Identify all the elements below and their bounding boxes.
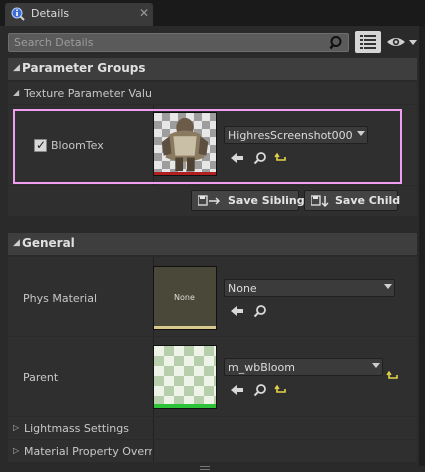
- category-label: Parameter Groups: [22, 61, 146, 75]
- subcategory-lightmass-settings[interactable]: ▷ Lightmass Settings: [8, 417, 417, 439]
- use-selected-arrow-icon[interactable]: [230, 151, 244, 165]
- bloomtex-texture-thumbnail[interactable]: [153, 112, 217, 176]
- category-general[interactable]: ◢ General: [8, 233, 417, 255]
- reset-to-default-icon[interactable]: [386, 369, 400, 383]
- tab-title: Details: [31, 7, 70, 20]
- asset-type-bar: [154, 326, 216, 329]
- expand-arrow-icon: ◢: [13, 238, 20, 248]
- thumbnail-none-text: None: [174, 293, 195, 302]
- subcategory-label: Texture Parameter Valu: [24, 87, 152, 100]
- phys-material-value: None: [228, 282, 257, 295]
- search-details-input[interactable]: Search Details: [8, 33, 349, 52]
- reset-to-default-icon[interactable]: [274, 151, 288, 165]
- column-divider: [153, 417, 154, 439]
- phys-material-dropdown[interactable]: None: [224, 279, 395, 297]
- column-divider: [153, 440, 154, 462]
- vertical-scrollbar[interactable]: [419, 26, 425, 466]
- view-options-button[interactable]: [355, 31, 381, 53]
- expand-arrow-icon: ◢: [13, 88, 20, 97]
- material-type-bar: [154, 404, 216, 408]
- reset-to-default-icon[interactable]: [274, 383, 288, 397]
- chevron-down-icon: [372, 363, 380, 368]
- chevron-down-icon: [357, 131, 365, 136]
- search-placeholder: Search Details: [14, 36, 94, 49]
- parent-material-dropdown[interactable]: m_wbBloom: [224, 358, 383, 376]
- save-disk-icon: [198, 195, 220, 206]
- use-selected-arrow-icon[interactable]: [230, 383, 244, 397]
- tab-details[interactable]: Details ✕: [5, 3, 153, 26]
- expand-arrow-icon: ◢: [13, 63, 20, 73]
- save-disk-icon: [311, 195, 329, 207]
- browse-search-icon[interactable]: [253, 304, 267, 318]
- category-label: General: [22, 236, 75, 250]
- checkmark-icon: ✓: [36, 138, 47, 152]
- phys-material-label: Phys Material: [23, 292, 98, 305]
- browse-search-icon[interactable]: [253, 383, 267, 397]
- save-sibling-label: Save Sibling: [228, 194, 305, 207]
- parent-material-thumbnail[interactable]: [153, 345, 217, 409]
- subcategory-material-property-overrides[interactable]: ▷ Material Property Overr: [8, 440, 417, 462]
- details-info-icon: [11, 7, 25, 21]
- character-texture-preview: [161, 117, 209, 172]
- save-sibling-button[interactable]: Save Sibling: [191, 190, 305, 211]
- collapsed-arrow-icon: ▷: [13, 423, 20, 432]
- chevron-down-icon: [384, 284, 392, 289]
- save-child-label: Save Child: [335, 194, 401, 207]
- browse-search-icon[interactable]: [253, 151, 267, 165]
- bloomtex-override-checkbox[interactable]: ✓: [34, 138, 47, 152]
- collapsed-arrow-icon: ▷: [13, 446, 20, 455]
- parent-label: Parent: [23, 371, 59, 384]
- bloomtex-label: BloomTex: [51, 139, 104, 152]
- tab-bar: Details ✕: [0, 0, 425, 26]
- eye-visibility-icon[interactable]: [385, 33, 419, 51]
- subcategory-texture-parameter-values[interactable]: ◢ Texture Parameter Valu: [8, 82, 417, 104]
- use-selected-arrow-icon[interactable]: [230, 304, 244, 318]
- search-icon[interactable]: [329, 35, 345, 51]
- resize-grip-icon[interactable]: [200, 466, 210, 470]
- bloomtex-texture-dropdown[interactable]: HighresScreenshot00031: [224, 126, 368, 144]
- close-tab-icon[interactable]: ✕: [139, 6, 149, 20]
- texture-type-bar: [154, 172, 216, 175]
- phys-material-thumbnail[interactable]: None: [153, 266, 217, 330]
- parent-value: m_wbBloom: [228, 361, 295, 374]
- category-parameter-groups[interactable]: ◢ Parameter Groups: [8, 58, 417, 80]
- subcategory-label: Material Property Overr: [24, 445, 152, 458]
- save-child-button[interactable]: Save Child: [304, 190, 401, 211]
- list-view-icon: [360, 35, 376, 49]
- subcategory-label: Lightmass Settings: [24, 422, 129, 435]
- texture-value-text: HighresScreenshot00031: [228, 129, 352, 142]
